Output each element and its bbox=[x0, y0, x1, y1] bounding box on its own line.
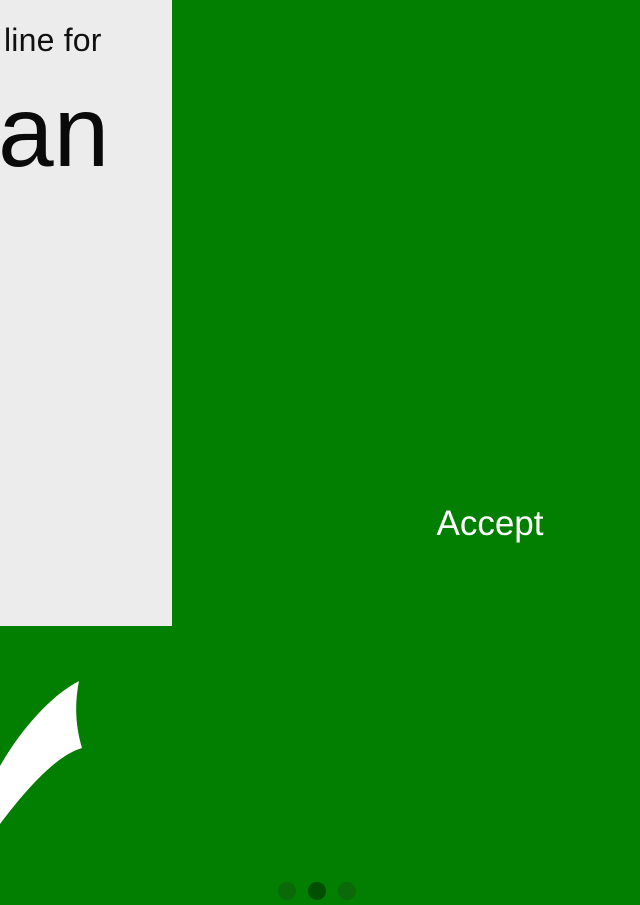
swoosh-icon bbox=[0, 681, 82, 824]
page-dot-active[interactable] bbox=[308, 882, 326, 900]
card-line-text: line for bbox=[4, 22, 102, 58]
card-panel: line for an bbox=[0, 0, 172, 626]
page-dot[interactable] bbox=[278, 882, 296, 900]
app-screen: line for an Accept bbox=[0, 0, 640, 905]
card-big-text: an bbox=[0, 76, 110, 188]
page-dot[interactable] bbox=[338, 882, 356, 900]
page-indicator bbox=[278, 882, 356, 900]
accept-button[interactable]: Accept bbox=[420, 496, 560, 552]
